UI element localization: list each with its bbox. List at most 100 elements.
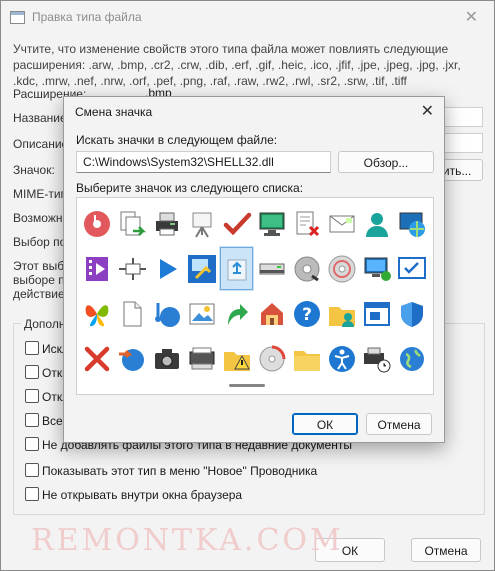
icon-choice[interactable] xyxy=(149,336,184,381)
icon-choice[interactable] xyxy=(114,291,149,336)
icon-choice[interactable] xyxy=(149,246,184,291)
icon-choice[interactable] xyxy=(184,201,219,246)
horizontal-scrollbar[interactable] xyxy=(229,384,265,387)
green-arrow-icon xyxy=(227,303,248,325)
music-globe-icon xyxy=(154,302,180,327)
globe-icon xyxy=(399,346,424,371)
video-file-icon xyxy=(85,256,108,281)
checkbox-box[interactable] xyxy=(25,487,39,501)
checkbox-screen-icon xyxy=(397,256,426,279)
icon-choice[interactable] xyxy=(149,201,184,246)
icon-choice[interactable] xyxy=(114,246,149,291)
browse-button[interactable]: Обзор... xyxy=(338,151,434,173)
network-camera-icon xyxy=(118,257,146,280)
main-ok-button[interactable]: ОК xyxy=(315,538,385,562)
home-network-icon xyxy=(260,302,283,325)
icon-choice[interactable] xyxy=(394,336,429,381)
globe-arrow-icon xyxy=(118,348,144,371)
icon-choice[interactable] xyxy=(324,291,359,336)
presentation-easel-icon xyxy=(192,212,211,238)
dialog-title-bar: Смена значка ✕ xyxy=(64,97,444,125)
dialog-cancel-button[interactable]: Отмена xyxy=(366,413,432,435)
checkbox-box[interactable] xyxy=(25,463,39,477)
icon-choice[interactable] xyxy=(219,336,254,381)
printer-icon xyxy=(155,212,178,235)
scanner-printer-icon xyxy=(259,263,284,274)
icon-choice[interactable] xyxy=(79,291,114,336)
icon-choice[interactable] xyxy=(324,201,359,246)
select-icon-label: Выберите значок из следующего списка: xyxy=(76,181,304,195)
icon-choice[interactable] xyxy=(289,201,324,246)
icon-choice[interactable] xyxy=(184,246,219,291)
icon-choice[interactable] xyxy=(79,201,114,246)
help-icon: ? xyxy=(293,300,320,327)
icon-choice[interactable] xyxy=(289,336,324,381)
display-properties-icon xyxy=(187,254,216,283)
icon-choice[interactable] xyxy=(149,291,184,336)
main-close-icon[interactable]: ✕ xyxy=(465,7,478,27)
dialog-ok-button[interactable]: ОК xyxy=(292,413,358,435)
icon-choice[interactable]: ? xyxy=(289,291,324,336)
icon-choice[interactable] xyxy=(289,246,324,291)
icon-choice[interactable] xyxy=(394,201,429,246)
checkbox-box[interactable] xyxy=(25,365,39,379)
icon-choice[interactable] xyxy=(254,336,289,381)
icon-choice[interactable] xyxy=(79,336,114,381)
play-arrow-icon xyxy=(159,258,177,279)
icon-choice[interactable] xyxy=(79,246,114,291)
checkbox-show-in-new-menu[interactable]: Показывать этот тип в меню "Новое" Прово… xyxy=(25,463,317,479)
icon-choice[interactable] xyxy=(359,336,394,381)
search-file-label: Искать значки в следующем файле: xyxy=(76,133,278,147)
checkbox-label: Показывать этот тип в меню "Новое" Прово… xyxy=(42,464,318,478)
icon-choice[interactable] xyxy=(114,336,149,381)
checkbox-option-4[interactable]: Всег xyxy=(25,413,67,429)
checkbox-box[interactable] xyxy=(25,437,39,451)
music-disc-icon xyxy=(83,210,110,237)
icon-choice[interactable] xyxy=(184,336,219,381)
dvd-disc-icon xyxy=(328,255,355,282)
icon-file-path-input[interactable] xyxy=(76,151,331,173)
icon-choice[interactable] xyxy=(359,201,394,246)
icon-choice[interactable] xyxy=(184,291,219,336)
icon-choice[interactable] xyxy=(254,291,289,336)
icon-choice[interactable] xyxy=(219,201,254,246)
icon-list[interactable]: ? xyxy=(76,197,434,395)
icon-choice[interactable] xyxy=(219,291,254,336)
cd-drive-icon xyxy=(294,256,319,281)
icon-choice[interactable] xyxy=(394,291,429,336)
icon-choice[interactable] xyxy=(324,336,359,381)
icon-choice[interactable] xyxy=(254,201,289,246)
checkbox-box[interactable] xyxy=(25,341,39,355)
icon-choice[interactable] xyxy=(359,246,394,291)
checkbox-no-browser[interactable]: Не открывать внутри окна браузера xyxy=(25,487,242,503)
document-delete-icon xyxy=(296,211,319,236)
icon-choice[interactable] xyxy=(359,291,394,336)
copy-to-icon xyxy=(120,211,146,236)
disc-burn-icon xyxy=(259,345,285,371)
folder-icon xyxy=(293,350,320,371)
icon-grid: ? xyxy=(79,201,429,381)
envelope-icon xyxy=(329,215,354,232)
icon-choice[interactable] xyxy=(394,246,429,291)
monitor-icon xyxy=(259,212,284,236)
recycle-icon xyxy=(227,259,246,280)
icon-choice[interactable] xyxy=(254,246,289,291)
icon-choice[interactable] xyxy=(324,246,359,291)
scanner-icon xyxy=(189,347,214,369)
checkbox-box[interactable] xyxy=(25,389,39,403)
icon-choice[interactable] xyxy=(219,246,254,291)
dialog-title: Смена значка xyxy=(75,105,153,119)
document-icon xyxy=(123,301,141,326)
photo-icon xyxy=(189,303,214,324)
shield-icon xyxy=(400,301,423,327)
user-icon xyxy=(365,212,388,237)
main-cancel-button[interactable]: Отмена xyxy=(411,538,481,562)
change-icon-dialog: Смена значка ✕ Искать значки в следующем… xyxy=(63,96,445,443)
camera-icon xyxy=(154,348,179,369)
icon-choice[interactable] xyxy=(114,201,149,246)
main-title-bar: Правка типа файла ✕ xyxy=(1,1,494,33)
dialog-close-icon[interactable]: ✕ xyxy=(421,101,434,121)
printer-clock-icon xyxy=(363,347,390,372)
partial-text-line3: действие xyxy=(13,287,65,301)
checkbox-box[interactable] xyxy=(25,413,39,427)
